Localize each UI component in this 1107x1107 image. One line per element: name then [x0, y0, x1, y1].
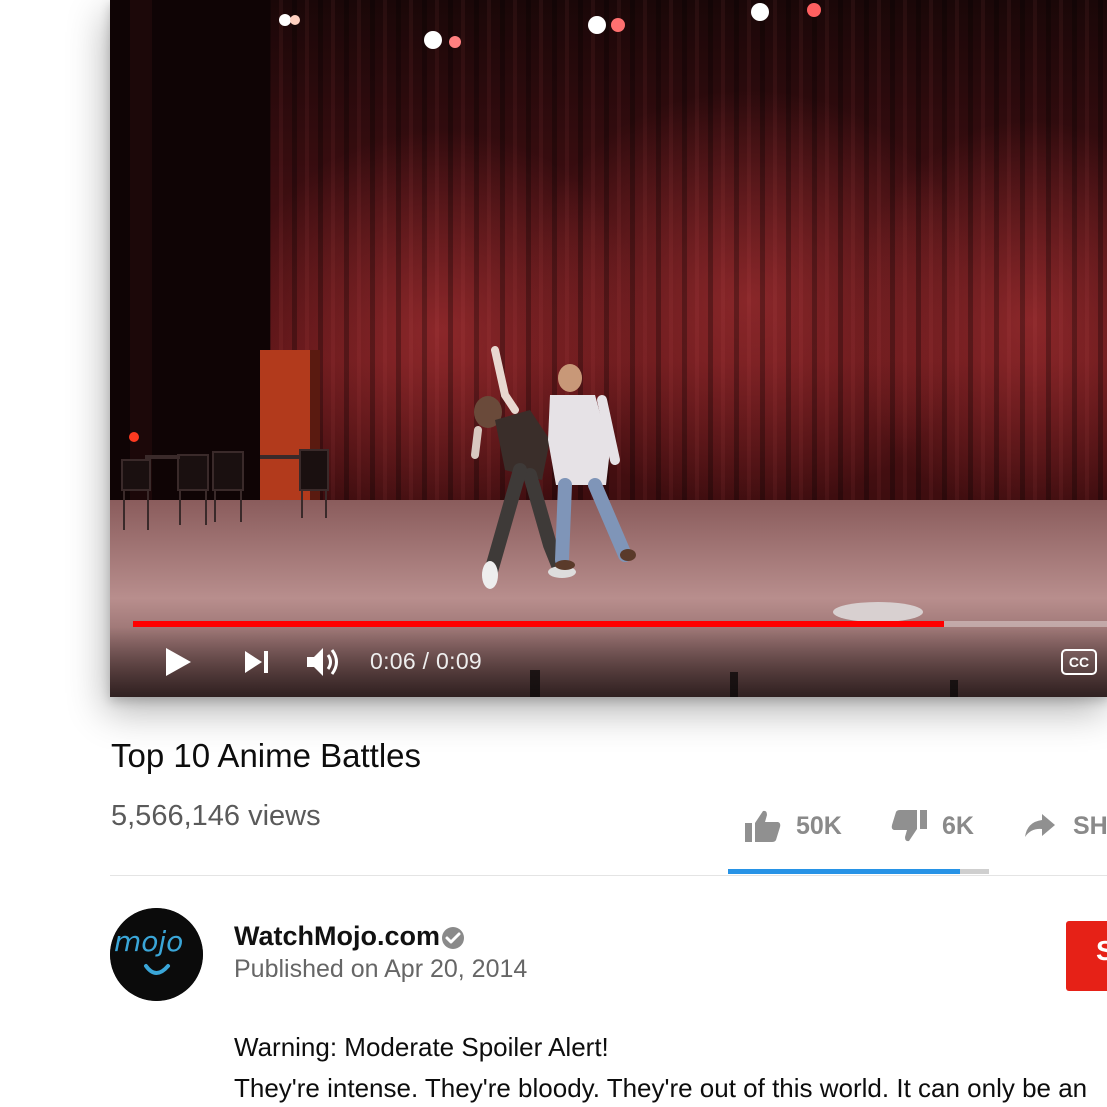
description-line-1: Warning: Moderate Spoiler Alert! — [234, 1032, 609, 1062]
next-button[interactable] — [244, 650, 270, 674]
share-icon — [1025, 814, 1055, 837]
view-count: 5,566,146 views — [111, 800, 321, 832]
skip-next-icon — [245, 651, 268, 673]
verified-check-icon — [442, 927, 464, 949]
sentiment-like-fill — [728, 869, 961, 874]
publish-date: Published on Apr 20, 2014 — [234, 955, 528, 983]
video-player[interactable]: 0:06 / 0:09 CC — [110, 0, 1107, 697]
progress-bar[interactable] — [133, 621, 1107, 627]
channel-name[interactable]: WatchMojo.com — [234, 921, 440, 952]
video-title: Top 10 Anime Battles — [111, 737, 422, 774]
verified-badge — [441, 926, 465, 955]
time-display: 0:06 / 0:09 — [370, 648, 482, 675]
share-button[interactable]: SH — [1024, 806, 1107, 846]
dislike-button[interactable]: 6K — [890, 806, 974, 846]
current-time: 0:06 — [370, 648, 416, 674]
description-line-2: They're intense. They're bloody. They're… — [234, 1073, 1088, 1103]
progress-played — [133, 621, 944, 627]
volume-button[interactable] — [306, 646, 344, 678]
mojo-logo: mojo — [110, 908, 203, 1001]
share-label: SH — [1073, 811, 1107, 840]
captions-button[interactable]: CC — [1061, 649, 1097, 675]
like-button[interactable]: 50K — [744, 806, 842, 846]
like-count: 50K — [796, 811, 842, 840]
play-button[interactable] — [164, 647, 192, 677]
duration: 0:09 — [436, 648, 483, 674]
time-separator: / — [415, 648, 437, 674]
thumbs-up-icon — [745, 810, 781, 842]
divider — [110, 875, 1107, 876]
thumbs-down-icon — [891, 810, 927, 842]
sentiment-bar — [728, 869, 989, 874]
video-frame — [110, 0, 1107, 697]
avatar-text: mojo — [114, 925, 183, 958]
subscribe-button[interactable]: S — [1066, 921, 1107, 991]
channel-avatar[interactable]: mojo — [110, 908, 203, 1001]
volume-icon — [307, 648, 338, 676]
play-icon — [166, 648, 191, 676]
dislike-count: 6K — [942, 811, 974, 840]
